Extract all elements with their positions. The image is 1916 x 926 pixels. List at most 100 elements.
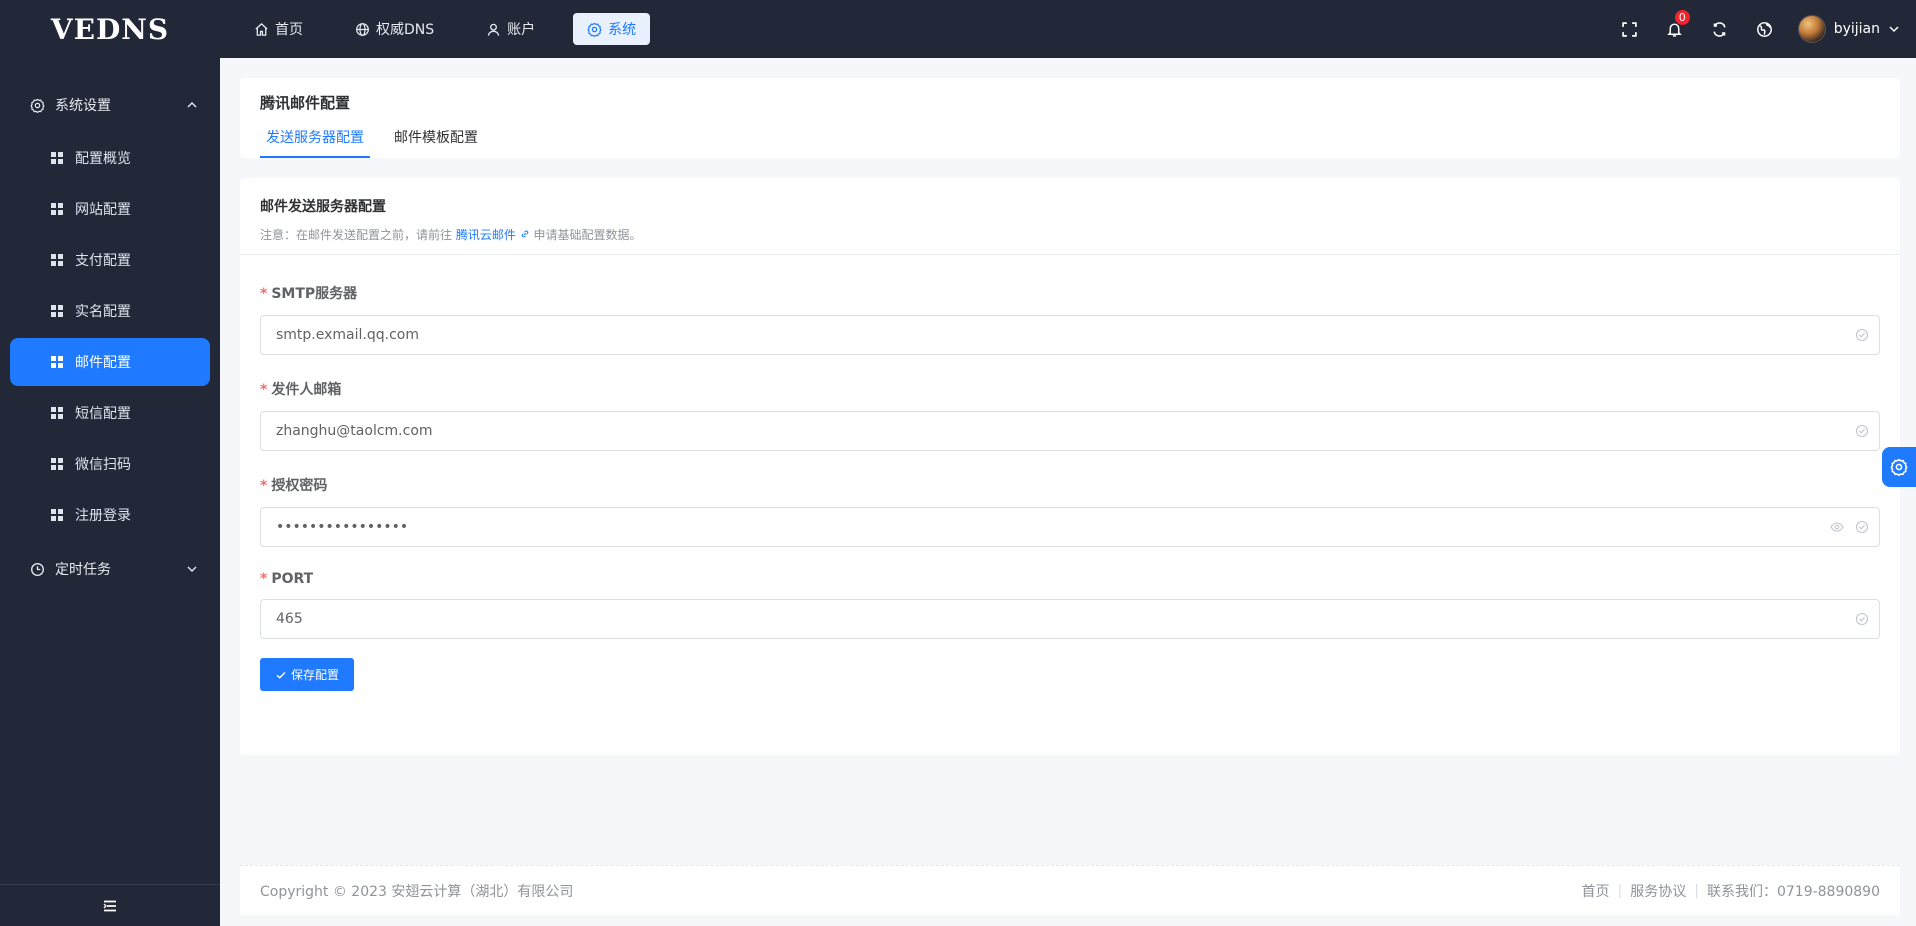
sender-input-wrap	[260, 411, 1880, 451]
check-circle-icon	[1855, 424, 1869, 438]
topnav-system[interactable]: 系统	[573, 13, 651, 45]
footer-link-home[interactable]: 首页	[1582, 881, 1610, 901]
sidebar-item-register-login[interactable]: 注册登录	[10, 491, 210, 539]
header-tools: 0 byijian	[1596, 0, 1900, 58]
grid-icon	[51, 254, 63, 266]
sidebar-item-label: 注册登录	[75, 508, 131, 524]
smtp-label: * SMTP服务器	[260, 286, 358, 302]
required-mark: *	[260, 286, 268, 302]
auth-label: * 授权密码	[260, 478, 328, 494]
smtp-config-card: 邮件发送服务器配置 注意：在邮件发送配置之前，请前往 腾讯云邮件 申请基础配置数…	[240, 178, 1900, 755]
sidebar-item-sms[interactable]: 短信配置	[10, 389, 210, 437]
sidebar-group-scheduled-tasks[interactable]: 定时任务	[0, 542, 220, 596]
check-circle-icon	[1855, 612, 1869, 626]
sender-label: * 发件人邮箱	[260, 382, 342, 398]
sidebar-item-website[interactable]: 网站配置	[10, 185, 210, 233]
grid-icon	[51, 305, 63, 317]
chevron-up-icon	[187, 102, 197, 108]
sidebar-item-label: 配置概览	[75, 151, 131, 167]
check-circle-icon	[1855, 328, 1869, 342]
sidebar-item-label: 实名配置	[75, 304, 131, 320]
sidebar-item-overview[interactable]: 配置概览	[10, 134, 210, 182]
notification-bell[interactable]: 0	[1664, 9, 1691, 40]
tab-mail-template[interactable]: 邮件模板配置	[388, 118, 484, 158]
section-header: 邮件发送服务器配置 注意：在邮件发送配置之前，请前往 腾讯云邮件 申请基础配置数…	[240, 178, 1900, 255]
footer-links: 首页 | 服务协议 | 联系我们：0719-8890890	[1582, 881, 1880, 901]
user-menu[interactable]: byijian	[1797, 15, 1900, 43]
home-icon	[255, 22, 268, 36]
topnav-home[interactable]: 首页	[240, 13, 317, 45]
form-item-sender: * 发件人邮箱	[260, 379, 1880, 451]
sidebar-item-label: 短信配置	[75, 406, 131, 422]
sidebar-item-payment[interactable]: 支付配置	[10, 236, 210, 284]
footer-link-contact[interactable]: 联系我们：0719-8890890	[1707, 881, 1880, 901]
grid-icon	[51, 509, 63, 521]
refresh-icon[interactable]	[1709, 18, 1731, 40]
sidebar-collapse-button[interactable]	[0, 884, 220, 926]
divider: |	[1617, 882, 1623, 899]
sidebar-item-wechat-scan[interactable]: 微信扫码	[10, 440, 210, 488]
port-input-wrap	[260, 599, 1880, 639]
check-circle-icon	[1855, 520, 1869, 534]
gear-icon	[30, 98, 45, 113]
app-logo[interactable]: VEDNS	[0, 13, 220, 46]
sidebar-item-label: 网站配置	[75, 202, 131, 218]
topnav-account[interactable]: 账户	[472, 13, 549, 45]
topnav-dns-label: 权威DNS	[376, 22, 435, 38]
eye-icon[interactable]	[1830, 520, 1844, 534]
topnav-dns[interactable]: 权威DNS	[341, 13, 448, 45]
tab-send-server[interactable]: 发送服务器配置	[260, 118, 370, 158]
sidebar-item-label: 支付配置	[75, 253, 131, 269]
floating-settings-button[interactable]	[1882, 447, 1916, 487]
copyright-text: Copyright © 2023 安翅云计算（湖北）有限公司	[260, 883, 574, 900]
chevron-down-icon	[1889, 26, 1899, 33]
grid-icon	[51, 152, 63, 164]
notification-badge: 0	[1673, 9, 1691, 26]
top-nav: 首页 权威DNS 账户 系统	[240, 0, 674, 58]
grid-icon	[51, 356, 63, 368]
note-prefix: 注意：在邮件发送配置之前，请前往	[260, 228, 453, 242]
menu-fold-icon	[103, 900, 116, 911]
port-input[interactable]	[261, 600, 1879, 638]
sidebar-group-system-settings[interactable]: 系统设置	[0, 78, 220, 132]
language-globe-icon[interactable]	[1754, 18, 1776, 40]
tencent-mail-link[interactable]: 腾讯云邮件	[456, 228, 530, 242]
sidebar-item-email[interactable]: 邮件配置	[10, 338, 210, 386]
grid-icon	[51, 407, 63, 419]
sidebar-item-label: 邮件配置	[75, 355, 131, 371]
fullscreen-icon[interactable]	[1619, 18, 1641, 40]
sidebar-item-label: 微信扫码	[75, 457, 131, 473]
smtp-server-input[interactable]	[261, 316, 1879, 354]
port-label: * PORT	[260, 571, 314, 587]
page-title: 腾讯邮件配置	[260, 94, 351, 112]
sidebar: 系统设置 配置概览 网站配置 支付配置 实名配置 邮件配置 短信配置 微信扫码 …	[0, 58, 220, 926]
smtp-form: *SMTP服务器 *发件人邮箱 *授权密码 *PORT	[240, 255, 1900, 691]
chevron-down-icon	[187, 566, 197, 572]
smtp-input-wrap	[260, 315, 1880, 355]
sidebar-group-label: 系统设置	[55, 98, 111, 114]
username: byijian	[1833, 21, 1880, 37]
footer-link-terms[interactable]: 服务协议	[1630, 881, 1686, 901]
form-item-auth: * 授权密码	[260, 475, 1880, 547]
top-navbar: VEDNS 首页 权威DNS 账户 系统 0 byijian	[0, 0, 1916, 58]
save-config-label: 保存配置	[291, 668, 340, 682]
required-mark: *	[260, 478, 268, 494]
globe-icon	[356, 22, 369, 36]
topnav-home-label: 首页	[275, 22, 303, 38]
save-config-button[interactable]: 保存配置	[260, 658, 355, 691]
note-suffix: 申请基础配置数据。	[533, 228, 642, 242]
sidebar-group-label: 定时任务	[55, 562, 111, 578]
required-mark: *	[260, 382, 268, 398]
auth-password-input[interactable]	[261, 508, 1879, 546]
user-icon	[487, 23, 500, 36]
divider: |	[1694, 882, 1699, 899]
form-item-port: * PORT	[260, 571, 1880, 639]
gear-icon	[1890, 458, 1908, 476]
gear-icon	[587, 22, 602, 37]
config-tabs: 发送服务器配置 邮件模板配置	[260, 118, 502, 158]
sidebar-item-realname[interactable]: 实名配置	[10, 287, 210, 335]
topnav-account-label: 账户	[507, 22, 536, 38]
avatar	[1797, 15, 1826, 43]
section-title: 邮件发送服务器配置	[260, 199, 386, 215]
sender-email-input[interactable]	[261, 412, 1879, 450]
